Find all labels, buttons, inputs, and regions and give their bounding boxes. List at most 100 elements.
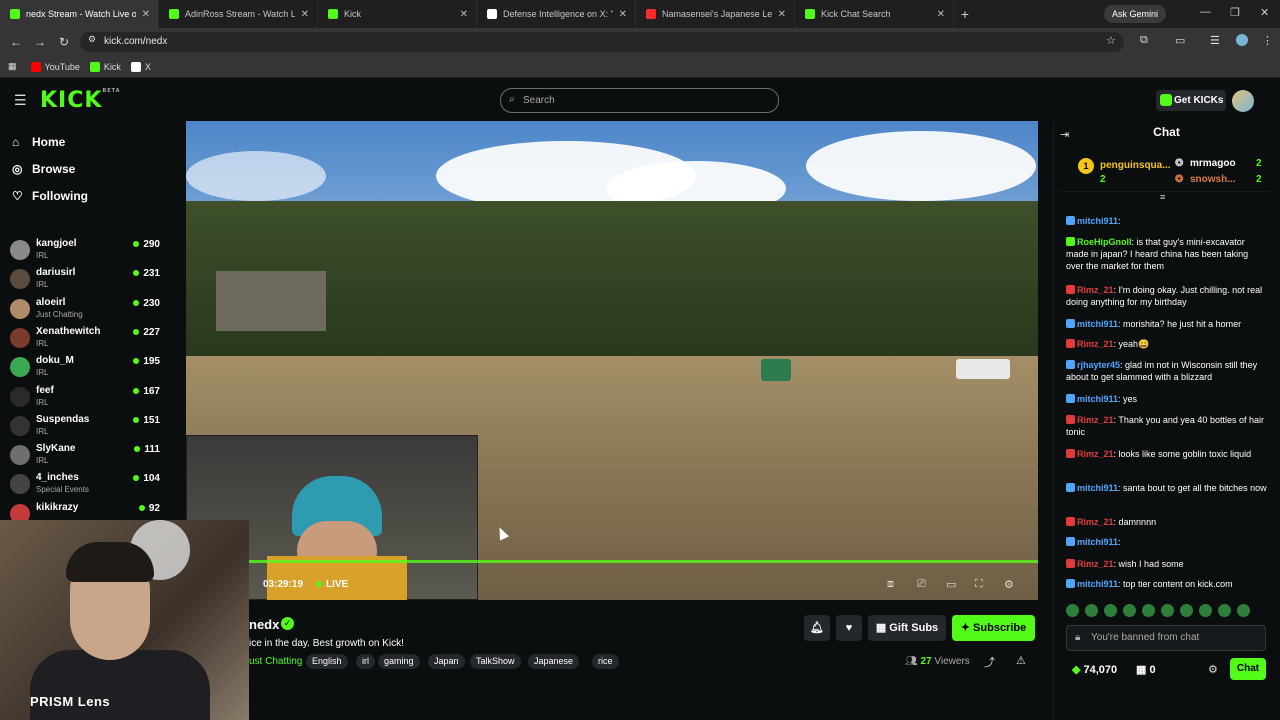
- chat-username[interactable]: mitchi911: [1077, 216, 1118, 226]
- emote-icon[interactable]: [1104, 604, 1117, 617]
- gift-subs-button[interactable]: ▦ Gift Subs: [868, 615, 946, 641]
- emote-icon[interactable]: [1085, 604, 1098, 617]
- followed-channel[interactable]: 4_inches Special Events 104: [10, 472, 160, 501]
- user-avatar[interactable]: [1232, 90, 1254, 112]
- site-info-icon[interactable]: ⚙: [88, 34, 96, 45]
- settings-gear-icon[interactable]: ⚙: [1004, 578, 1014, 591]
- kicks-balance[interactable]: ◆ 74,070: [1072, 663, 1117, 676]
- minimize-icon[interactable]: —: [1200, 6, 1211, 18]
- search-input[interactable]: ⌕ Search: [500, 88, 779, 113]
- kick-logo[interactable]: KICKBETA: [40, 88, 121, 113]
- stream-tag[interactable]: TalkShow: [470, 654, 521, 669]
- chat-username[interactable]: mitchi911: [1077, 579, 1118, 589]
- menu-kebab-icon[interactable]: ⋮: [1262, 34, 1273, 47]
- chat-username[interactable]: mitchi911: [1077, 394, 1118, 404]
- close-tab-icon[interactable]: ✕: [301, 9, 309, 20]
- stream-tag[interactable]: irl: [356, 654, 375, 669]
- emote-icon[interactable]: [1199, 604, 1212, 617]
- fullscreen-icon[interactable]: ⛶: [975, 578, 983, 591]
- chat-username[interactable]: rjhayter45: [1077, 360, 1120, 370]
- emote-icon[interactable]: [1142, 604, 1155, 617]
- video-player[interactable]: 03:29:19 LIVE ⧈ ⎚ ▭ ⛶ ⚙: [186, 121, 1038, 600]
- reload-icon[interactable]: ↻: [52, 35, 76, 49]
- maximize-icon[interactable]: ❐: [1230, 6, 1240, 19]
- back-icon[interactable]: ←: [4, 35, 28, 49]
- live-progress-bar[interactable]: [186, 560, 1038, 563]
- chat-username[interactable]: RoeHipGnoll: [1077, 237, 1132, 247]
- chat-username[interactable]: Rimz_21: [1077, 559, 1114, 569]
- stream-category[interactable]: ust Chatting: [249, 656, 302, 667]
- close-tab-icon[interactable]: ✕: [778, 9, 786, 20]
- close-tab-icon[interactable]: ✕: [937, 9, 945, 20]
- sidebar-nav-home[interactable]: ⌂ Home: [12, 135, 65, 149]
- apps-grid-icon[interactable]: ▦: [8, 61, 17, 72]
- bookmark-item[interactable]: Kick: [89, 61, 121, 72]
- followed-channel[interactable]: Suspendas IRL 151: [10, 414, 160, 443]
- emote-icon[interactable]: [1180, 604, 1193, 617]
- browser-tab[interactable]: Kick ✕: [318, 0, 477, 28]
- followed-channel[interactable]: doku_M IRL 195: [10, 355, 160, 384]
- follow-heart-button[interactable]: ♥: [836, 615, 862, 641]
- emote-icon[interactable]: [1237, 604, 1250, 617]
- chat-username[interactable]: mitchi911: [1077, 319, 1118, 329]
- followed-channel[interactable]: dariusirl IRL 231: [10, 267, 160, 296]
- sub-gift-count[interactable]: ▦ 0: [1136, 663, 1156, 676]
- stream-tag[interactable]: English: [306, 654, 348, 669]
- pip-icon[interactable]: ⧈: [887, 578, 894, 591]
- gifter-name[interactable]: penguinsqua...: [1100, 160, 1171, 171]
- browser-tab[interactable]: Namasensei's Japanese Lesson ✕: [636, 0, 795, 28]
- channel-name[interactable]: nedx: [249, 617, 279, 632]
- chat-username[interactable]: mitchi911: [1077, 483, 1118, 493]
- sidebar-nav-browse[interactable]: ◎ Browse: [12, 162, 75, 176]
- browser-tab[interactable]: Defense Intelligence on X: "Bus ✕: [477, 0, 636, 28]
- report-icon[interactable]: ⚠: [1016, 654, 1026, 667]
- browser-tab[interactable]: Kick Chat Search ✕: [795, 0, 954, 28]
- stream-tag[interactable]: rice: [592, 654, 619, 669]
- followed-channel[interactable]: feef IRL 167: [10, 385, 160, 414]
- emote-icon[interactable]: [1123, 604, 1136, 617]
- send-chat-button[interactable]: Chat: [1230, 658, 1266, 680]
- share-icon[interactable]: ⤴: [984, 654, 995, 670]
- chat-username[interactable]: Rimz_21: [1077, 415, 1114, 425]
- close-tab-icon[interactable]: ✕: [142, 9, 150, 20]
- sidebar-nav-following[interactable]: ♡ Following: [12, 189, 88, 203]
- close-tab-icon[interactable]: ✕: [619, 9, 627, 20]
- gifter-name[interactable]: snowsh...: [1190, 174, 1236, 185]
- chat-username[interactable]: Rimz_21: [1077, 517, 1114, 527]
- theater-mode-icon[interactable]: ▭: [946, 578, 956, 591]
- browser-tab[interactable]: AdinRoss Stream - Watch Live o ✕: [159, 0, 318, 28]
- url-field[interactable]: [80, 32, 1124, 52]
- close-window-icon[interactable]: ✕: [1260, 6, 1269, 19]
- profile-icon[interactable]: [1236, 34, 1248, 46]
- chat-username[interactable]: mitchi911: [1077, 537, 1118, 547]
- notifications-bell-button[interactable]: 🔔︎: [804, 615, 830, 641]
- followed-channel[interactable]: Xenathewitch IRL 227: [10, 326, 160, 355]
- followed-channel[interactable]: SlyKane IRL 111: [10, 443, 160, 472]
- chat-username[interactable]: Rimz_21: [1077, 285, 1114, 295]
- bookmark-star-icon[interactable]: ☆: [1106, 34, 1116, 47]
- stream-tag[interactable]: Japanese: [528, 654, 580, 669]
- forward-icon[interactable]: →: [28, 35, 52, 49]
- stream-tag[interactable]: gaming: [378, 654, 420, 669]
- browser-tab[interactable]: nedx Stream - Watch Live o ✕: [0, 0, 159, 28]
- chat-username[interactable]: Rimz_21: [1077, 339, 1114, 349]
- ask-gemini-button[interactable]: Ask Gemini: [1104, 5, 1167, 23]
- bookmark-item[interactable]: X: [130, 61, 151, 72]
- followed-channel[interactable]: kangjoel IRL 290: [10, 238, 160, 267]
- chat-username[interactable]: Rimz_21: [1077, 449, 1114, 459]
- gifter-name[interactable]: mrmagoo: [1190, 158, 1236, 169]
- expand-gifters-icon[interactable]: ≡: [1160, 192, 1165, 202]
- emote-icon[interactable]: [1066, 604, 1079, 617]
- emote-bar[interactable]: [1066, 604, 1266, 618]
- close-tab-icon[interactable]: ✕: [460, 9, 468, 20]
- url-text[interactable]: kick.com/nedx: [104, 36, 167, 47]
- clip-icon[interactable]: ⎚: [917, 578, 926, 591]
- chat-settings-icon[interactable]: ⚙: [1208, 663, 1218, 676]
- media-icon[interactable]: ☰: [1210, 34, 1220, 47]
- hamburger-menu-icon[interactable]: ☰: [14, 92, 27, 109]
- extensions-icon[interactable]: ⧉: [1140, 34, 1148, 47]
- bookmark-item[interactable]: YouTube: [30, 61, 80, 72]
- stream-tag[interactable]: Japan: [428, 654, 465, 669]
- subscribe-button[interactable]: ✦ Subscribe: [952, 615, 1035, 641]
- followed-channel[interactable]: aloeirl Just Chatting 230: [10, 297, 160, 326]
